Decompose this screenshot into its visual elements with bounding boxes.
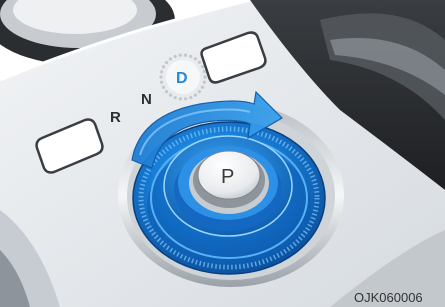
gear-label-n: N	[141, 91, 152, 108]
park-button[interactable]: P	[197, 150, 261, 200]
gear-label-d: D	[176, 70, 188, 87]
gear-label-r: R	[110, 109, 121, 126]
gear-selector-illustration: R N D P OJK060006	[0, 0, 445, 307]
figure-code: OJK060006	[354, 290, 423, 305]
park-button-label: P	[221, 166, 234, 188]
